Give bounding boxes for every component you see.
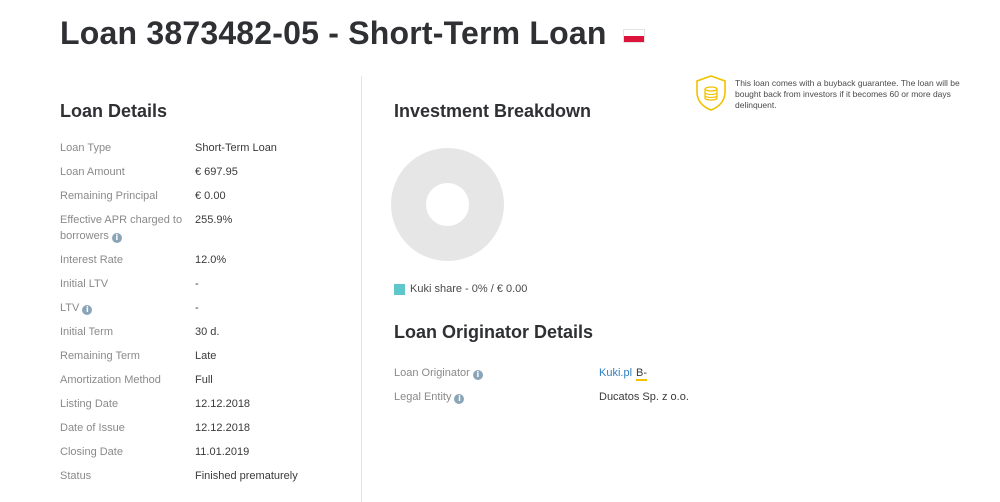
buyback-guarantee-text: This loan comes with a buyback guarantee… — [735, 78, 960, 110]
detail-label: Initial LTV — [60, 278, 109, 290]
detail-row-amortization: Amortization Method Full — [60, 372, 350, 388]
investment-breakdown-title: Investment Breakdown — [394, 101, 592, 121]
detail-value: Short-Term Loan — [195, 142, 277, 154]
detail-row-loan-type: Loan Type Short-Term Loan — [60, 140, 350, 156]
detail-value: - — [195, 302, 199, 314]
detail-label: Listing Date — [60, 398, 119, 410]
detail-label-text: LTV — [60, 302, 80, 314]
detail-row-closing-date: Closing Date 11.01.2019 — [60, 444, 350, 460]
legend-label: Kuki share - 0% / € 0.00 — [410, 283, 528, 295]
page-title-text: Loan 3873482-05 - Short-Term Loan — [60, 15, 607, 51]
detail-row-date-of-issue: Date of Issue 12.12.2018 — [60, 420, 350, 436]
info-icon[interactable]: i — [111, 233, 122, 243]
detail-label: Closing Date — [60, 446, 123, 458]
detail-label: Remaining Term — [60, 350, 140, 362]
detail-value: - — [195, 278, 199, 290]
detail-label: Amortization Method — [60, 374, 161, 386]
legal-entity-label: Legal Entity — [394, 391, 452, 403]
detail-value: Full — [195, 374, 213, 386]
detail-label: Date of Issue — [60, 422, 125, 434]
detail-label-ltv: LTV i — [60, 300, 195, 316]
page-title: Loan 3873482-05 - Short-Term Loan — [60, 15, 645, 52]
donut-ring — [391, 148, 504, 261]
detail-value: 12.0% — [195, 254, 227, 266]
detail-row-interest-rate: Interest Rate 12.0% — [60, 252, 350, 268]
detail-label: Initial Term — [60, 326, 113, 338]
detail-label: Status — [60, 470, 92, 482]
poland-flag-icon — [622, 28, 645, 43]
detail-row-remaining-term: Remaining Term Late — [60, 348, 350, 364]
detail-value: € 697.95 — [195, 166, 238, 178]
investment-legend: Kuki share - 0% / € 0.00 — [394, 283, 527, 295]
investment-donut-chart — [391, 148, 504, 261]
detail-row-status: Status Finished prematurely — [60, 468, 350, 484]
detail-label: Interest Rate — [60, 254, 123, 266]
detail-value: 30 d. — [195, 326, 220, 338]
detail-value: 255.9% — [195, 214, 233, 226]
info-icon[interactable]: i — [454, 394, 465, 404]
detail-row-listing-date: Listing Date 12.12.2018 — [60, 396, 350, 412]
info-icon[interactable]: i — [472, 370, 483, 380]
legal-entity-value: Ducatos Sp. z o.o. — [599, 391, 689, 403]
detail-row-loan-amount: Loan Amount € 697.95 — [60, 164, 350, 180]
originator-label-wrap: Loan Originator i — [394, 365, 599, 381]
originator-value: Kuki.pl B- — [599, 365, 648, 381]
loan-details-title: Loan Details — [60, 101, 168, 121]
column-divider — [361, 76, 362, 502]
legal-entity-label-wrap: Legal Entity i — [394, 389, 599, 405]
originator-label: Loan Originator — [394, 367, 470, 379]
detail-row-ltv: LTV i - — [60, 300, 350, 316]
detail-label: Loan Amount — [60, 166, 125, 178]
loan-originator-details-title: Loan Originator Details — [394, 322, 594, 342]
legend-swatch — [394, 283, 405, 295]
originator-details-list: Loan Originator i Kuki.pl B- Legal Entity i… — [394, 365, 689, 413]
originator-link[interactable]: Kuki.pl — [599, 367, 632, 379]
detail-value: € 0.00 — [195, 190, 226, 202]
buyback-guarantee-notice: This loan comes with a buyback guarantee… — [694, 74, 987, 112]
detail-value: Late — [195, 350, 217, 362]
detail-row-initial-ltv: Initial LTV - — [60, 276, 350, 292]
originator-rating-badge: B- — [636, 367, 648, 381]
detail-row-effective-apr: Effective APR charged to borrowers i 255.… — [60, 212, 350, 244]
info-icon[interactable]: i — [82, 305, 93, 315]
detail-value: Finished prematurely — [195, 470, 298, 482]
detail-value: 12.12.2018 — [195, 422, 251, 434]
shield-coins-icon — [696, 75, 726, 111]
originator-row: Loan Originator i Kuki.pl B- — [394, 365, 689, 381]
detail-row-remaining-principal: Remaining Principal € 0.00 — [60, 188, 350, 204]
detail-row-initial-term: Initial Term 30 d. — [60, 324, 350, 340]
detail-label-apr: Effective APR charged to borrowers i — [60, 212, 195, 244]
detail-label: Remaining Principal — [60, 190, 158, 202]
detail-label: Loan Type — [60, 142, 112, 154]
legal-entity-row: Legal Entity i Ducatos Sp. z o.o. — [394, 389, 689, 405]
loan-details-list: Loan Type Short-Term Loan Loan Amount € … — [60, 140, 350, 492]
detail-value: 11.01.2019 — [195, 446, 250, 458]
detail-value: 12.12.2018 — [195, 398, 251, 410]
